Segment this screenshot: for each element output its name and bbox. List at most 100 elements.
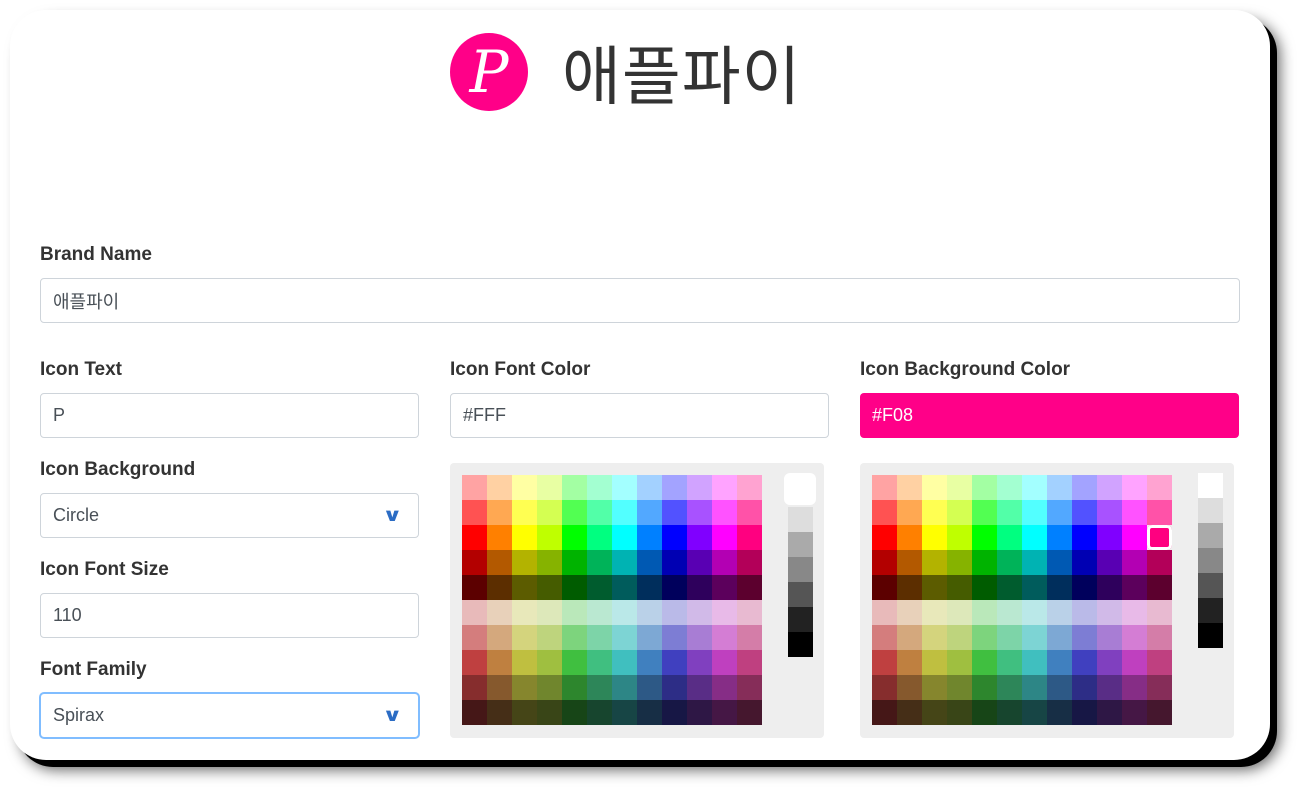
gray-swatch[interactable] <box>788 582 813 607</box>
color-swatch[interactable] <box>662 625 687 650</box>
color-swatch[interactable] <box>997 500 1022 525</box>
color-swatch[interactable] <box>487 675 512 700</box>
color-swatch[interactable] <box>487 700 512 725</box>
color-swatch[interactable] <box>1097 675 1122 700</box>
color-swatch[interactable] <box>587 525 612 550</box>
color-swatch[interactable] <box>872 675 897 700</box>
color-swatch[interactable] <box>662 675 687 700</box>
color-swatch[interactable] <box>947 500 972 525</box>
color-swatch[interactable] <box>997 700 1022 725</box>
color-swatch[interactable] <box>1022 500 1047 525</box>
color-swatch[interactable] <box>687 675 712 700</box>
color-swatch[interactable] <box>922 550 947 575</box>
icon-font-size-input[interactable]: 110 <box>40 593 419 638</box>
color-swatch[interactable] <box>512 650 537 675</box>
color-swatch[interactable] <box>687 575 712 600</box>
color-swatch[interactable] <box>687 650 712 675</box>
color-swatch[interactable] <box>687 500 712 525</box>
color-swatch[interactable] <box>612 625 637 650</box>
color-swatch[interactable] <box>972 475 997 500</box>
color-swatch[interactable] <box>637 675 662 700</box>
color-swatch[interactable] <box>562 550 587 575</box>
color-swatch[interactable] <box>1022 550 1047 575</box>
color-swatch[interactable] <box>487 650 512 675</box>
color-swatch[interactable] <box>897 575 922 600</box>
color-swatch[interactable] <box>637 575 662 600</box>
color-swatch[interactable] <box>997 550 1022 575</box>
gray-swatch[interactable] <box>1198 598 1223 623</box>
color-swatch[interactable] <box>997 650 1022 675</box>
color-swatch[interactable] <box>462 475 487 500</box>
color-swatch[interactable] <box>1097 650 1122 675</box>
color-swatch[interactable] <box>872 625 897 650</box>
color-swatch[interactable] <box>1022 600 1047 625</box>
color-swatch[interactable] <box>537 650 562 675</box>
color-swatch[interactable] <box>712 525 737 550</box>
color-swatch[interactable] <box>587 575 612 600</box>
color-swatch[interactable] <box>997 600 1022 625</box>
color-swatch[interactable] <box>1097 700 1122 725</box>
color-swatch[interactable] <box>637 500 662 525</box>
color-swatch[interactable] <box>562 500 587 525</box>
color-swatch[interactable] <box>537 675 562 700</box>
color-swatch[interactable] <box>997 625 1022 650</box>
color-swatch[interactable] <box>737 550 762 575</box>
color-swatch[interactable] <box>1147 475 1172 500</box>
color-swatch[interactable] <box>1047 600 1072 625</box>
color-swatch[interactable] <box>612 600 637 625</box>
color-swatch[interactable] <box>1072 650 1097 675</box>
color-swatch[interactable] <box>1147 650 1172 675</box>
color-swatch[interactable] <box>662 475 687 500</box>
color-swatch[interactable] <box>1047 625 1072 650</box>
color-swatch[interactable] <box>712 475 737 500</box>
color-swatch[interactable] <box>922 600 947 625</box>
color-swatch[interactable] <box>637 650 662 675</box>
color-swatch[interactable] <box>537 475 562 500</box>
color-swatch[interactable] <box>512 700 537 725</box>
color-swatch[interactable] <box>1072 475 1097 500</box>
color-swatch[interactable] <box>587 700 612 725</box>
color-swatch[interactable] <box>537 700 562 725</box>
color-swatch[interactable] <box>562 575 587 600</box>
color-swatch[interactable] <box>947 675 972 700</box>
gray-swatch[interactable] <box>784 473 816 505</box>
color-swatch[interactable] <box>872 700 897 725</box>
color-swatch[interactable] <box>512 575 537 600</box>
color-swatch[interactable] <box>897 650 922 675</box>
color-swatch[interactable] <box>587 625 612 650</box>
color-swatch[interactable] <box>897 625 922 650</box>
color-swatch[interactable] <box>1097 500 1122 525</box>
color-swatch[interactable] <box>922 700 947 725</box>
color-swatch[interactable] <box>612 700 637 725</box>
color-swatch[interactable] <box>1047 525 1072 550</box>
color-swatch[interactable] <box>1047 475 1072 500</box>
color-swatch[interactable] <box>922 475 947 500</box>
color-swatch[interactable] <box>1097 600 1122 625</box>
color-swatch[interactable] <box>537 625 562 650</box>
color-swatch[interactable] <box>1072 575 1097 600</box>
color-swatch[interactable] <box>487 575 512 600</box>
color-swatch[interactable] <box>972 650 997 675</box>
color-swatch[interactable] <box>897 525 922 550</box>
color-swatch[interactable] <box>662 550 687 575</box>
color-swatch[interactable] <box>1122 475 1147 500</box>
color-swatch[interactable] <box>1072 625 1097 650</box>
color-swatch[interactable] <box>922 650 947 675</box>
color-swatch[interactable] <box>972 525 997 550</box>
color-swatch[interactable] <box>872 525 897 550</box>
color-swatch[interactable] <box>512 500 537 525</box>
color-swatch[interactable] <box>972 675 997 700</box>
color-swatch[interactable] <box>1122 600 1147 625</box>
color-swatch[interactable] <box>487 475 512 500</box>
color-swatch[interactable] <box>1047 650 1072 675</box>
color-swatch[interactable] <box>997 525 1022 550</box>
color-swatch[interactable] <box>1022 625 1047 650</box>
color-swatch[interactable] <box>1047 575 1072 600</box>
color-swatch[interactable] <box>872 550 897 575</box>
gray-swatch[interactable] <box>1198 498 1223 523</box>
color-swatch[interactable] <box>1022 675 1047 700</box>
color-swatch[interactable] <box>537 525 562 550</box>
color-swatch[interactable] <box>872 650 897 675</box>
color-swatch[interactable] <box>897 700 922 725</box>
color-swatch[interactable] <box>1147 500 1172 525</box>
